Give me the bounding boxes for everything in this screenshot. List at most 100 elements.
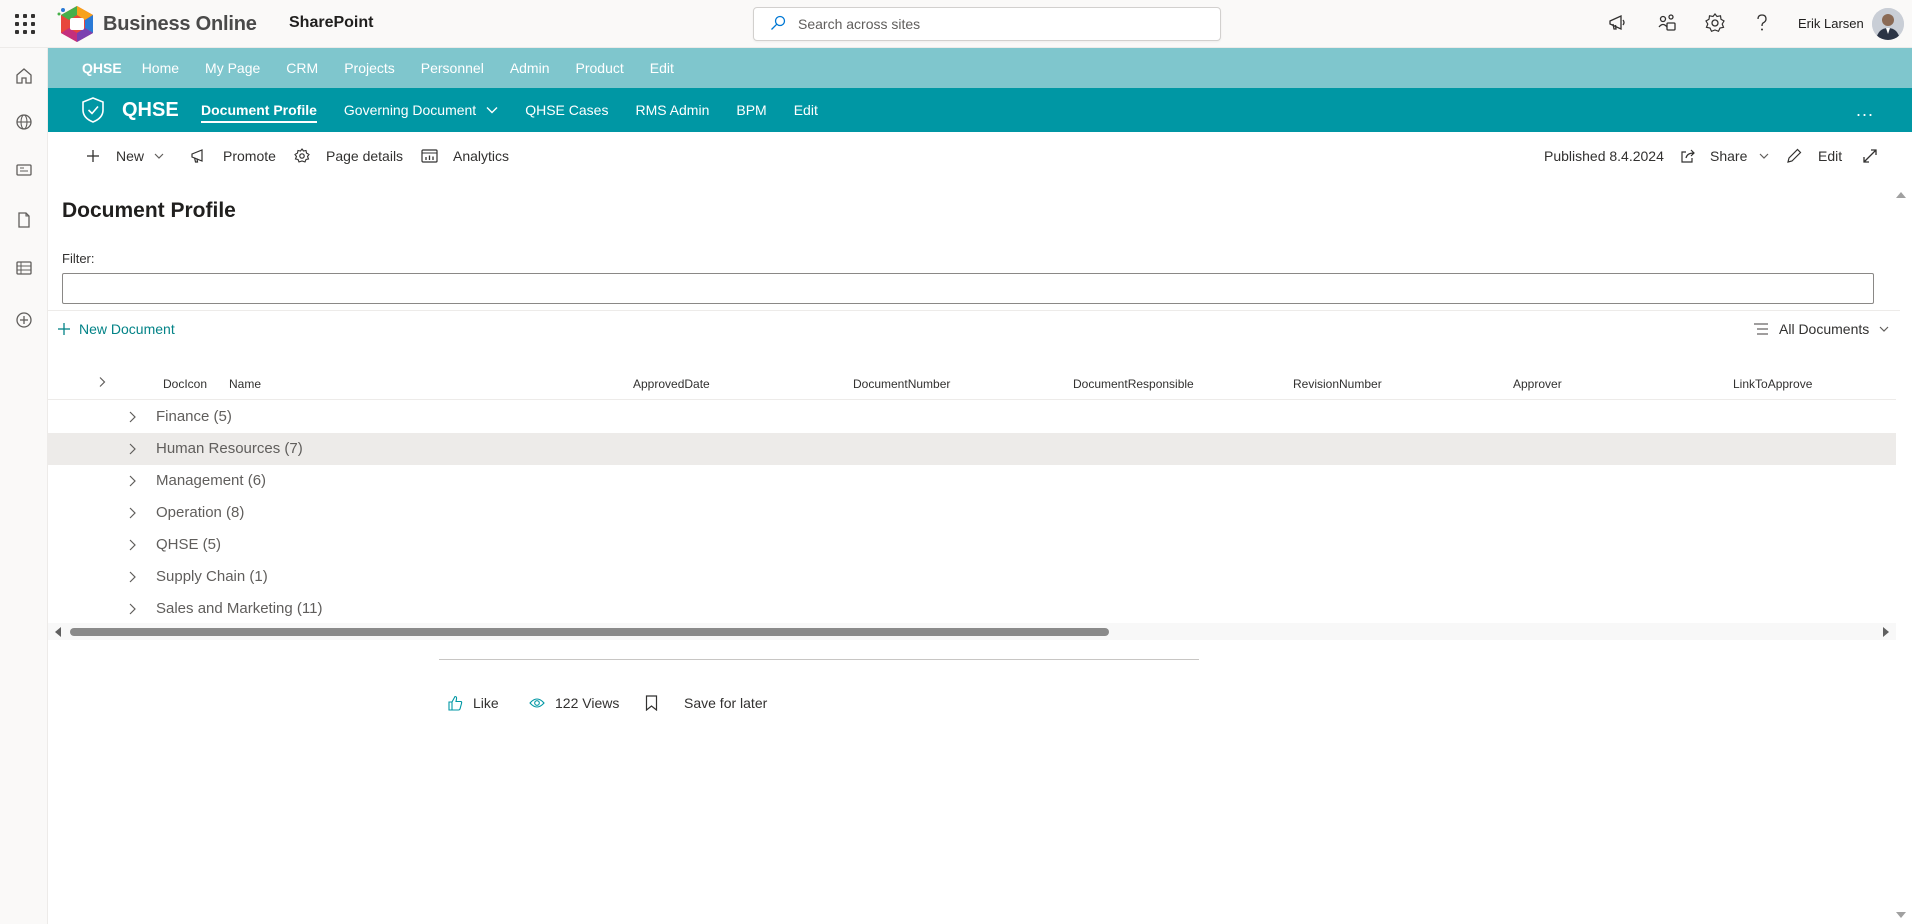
chevron-right-icon[interactable]	[124, 505, 140, 521]
chevron-down-icon	[486, 106, 498, 114]
group-label: Operation (8)	[156, 504, 245, 521]
thumbs-up-icon	[447, 695, 473, 711]
hub-nav-item-my-page[interactable]: My Page	[205, 60, 260, 76]
group-row-sales-and-marketing[interactable]: Sales and Marketing (11)	[48, 593, 1896, 625]
site-nav-qhse-cases[interactable]: QHSE Cases	[525, 88, 608, 132]
scroll-up-arrow-icon[interactable]	[1896, 186, 1906, 202]
column-header-docicon[interactable]: DocIcon	[163, 377, 207, 391]
site-title[interactable]: QHSE	[122, 99, 179, 122]
group-label: Sales and Marketing (11)	[156, 600, 323, 617]
site-nav-governing-document[interactable]: Governing Document	[344, 88, 498, 132]
plus-icon	[86, 149, 108, 163]
home-icon[interactable]	[12, 64, 36, 88]
help-icon[interactable]	[1755, 12, 1769, 36]
site-nav-document-profile[interactable]: Document Profile	[201, 88, 317, 132]
page-details-label: Page details	[326, 148, 404, 164]
expand-all-groups-icon[interactable]	[97, 376, 107, 388]
shield-check-logo-icon[interactable]	[80, 96, 106, 124]
hub-nav-item-edit[interactable]: Edit	[650, 60, 674, 76]
edit-page-button[interactable]: Edit	[1786, 132, 1842, 180]
user-avatar[interactable]	[1872, 8, 1904, 40]
group-label: Finance (5)	[156, 408, 232, 425]
column-header-documentnumber[interactable]: DocumentNumber	[853, 377, 950, 391]
scroll-right-arrow-icon[interactable]	[1882, 627, 1890, 637]
lists-icon[interactable]	[12, 256, 36, 280]
edit-label: Edit	[1818, 148, 1843, 164]
save-for-later-button[interactable]: Save for later	[645, 692, 767, 714]
promote-label: Promote	[223, 148, 276, 164]
like-button[interactable]: Like	[447, 692, 499, 714]
chevron-right-icon[interactable]	[124, 569, 140, 585]
column-header-approveddate[interactable]: ApprovedDate	[633, 377, 710, 391]
share-icon	[1680, 148, 1704, 164]
app-launcher-icon[interactable]	[12, 12, 36, 36]
chevron-down-icon	[154, 153, 172, 159]
search-box[interactable]: Search across sites	[753, 7, 1221, 41]
brand-name: Business Online	[103, 12, 257, 35]
promote-button[interactable]: Promote	[190, 132, 276, 180]
column-header-linktoapprove[interactable]: LinkToApprove	[1733, 377, 1812, 391]
connections-icon[interactable]	[1656, 12, 1678, 36]
page-title: Document Profile	[62, 199, 236, 222]
hub-nav-item-projects[interactable]: Projects	[344, 60, 395, 76]
hub-nav-item-crm[interactable]: CRM	[286, 60, 318, 76]
expand-fullscreen-button[interactable]	[1862, 132, 1886, 180]
column-header-name[interactable]: Name	[229, 377, 261, 391]
group-row-supply-chain[interactable]: Supply Chain (1)	[48, 561, 1896, 593]
views-label: 122 Views	[555, 695, 620, 711]
page-details-button[interactable]: Page details	[294, 132, 403, 180]
share-button[interactable]: Share	[1680, 132, 1777, 180]
footer-divider	[439, 659, 1199, 660]
hub-title-link[interactable]: QHSE	[82, 60, 122, 76]
user-name[interactable]: Erik Larsen	[1798, 16, 1864, 31]
chevron-right-icon[interactable]	[124, 409, 140, 425]
gear-icon	[294, 148, 318, 164]
hub-nav-item-product[interactable]: Product	[576, 60, 624, 76]
chevron-right-icon[interactable]	[124, 537, 140, 553]
column-header-revisionnumber[interactable]: RevisionNumber	[1293, 377, 1382, 391]
hub-nav-item-home[interactable]: Home	[142, 60, 179, 76]
megaphone-icon	[190, 148, 216, 164]
group-row-operation[interactable]: Operation (8)	[48, 497, 1896, 529]
group-row-management[interactable]: Management (6)	[48, 465, 1896, 497]
chevron-right-icon[interactable]	[124, 601, 140, 617]
column-header-approver[interactable]: Approver	[1513, 377, 1562, 391]
site-nav-label: BPM	[736, 102, 767, 118]
new-button[interactable]: New	[86, 132, 172, 180]
globe-icon[interactable]	[12, 110, 36, 134]
column-header-documentresponsible[interactable]: DocumentResponsible	[1073, 377, 1194, 391]
group-row-human-resources[interactable]: Human Resources (7)	[48, 433, 1896, 465]
group-row-finance[interactable]: Finance (5)	[48, 401, 1896, 433]
hub-nav-item-personnel[interactable]: Personnel	[421, 60, 484, 76]
news-icon[interactable]	[12, 158, 36, 182]
share-label: Share	[1710, 148, 1748, 164]
site-nav-rms-admin[interactable]: RMS Admin	[635, 88, 709, 132]
command-bar: New Promote Page details Analytics Publi…	[48, 132, 1912, 180]
hub-nav-item-admin[interactable]: Admin	[510, 60, 550, 76]
new-document-button[interactable]: New Document	[57, 319, 175, 339]
site-nav-edit[interactable]: Edit	[794, 88, 818, 132]
bookmark-icon	[645, 695, 668, 711]
scroll-left-arrow-icon[interactable]	[54, 627, 62, 637]
brand-logo-link[interactable]: Business Online	[55, 4, 257, 44]
scroll-down-arrow-icon[interactable]	[1896, 906, 1906, 922]
hub-navigation: QHSE Home My Page CRM Projects Personnel…	[48, 48, 1912, 88]
view-selector[interactable]: All Documents	[1753, 319, 1889, 339]
published-date: Published 8.4.2024	[1544, 148, 1664, 164]
settings-gear-icon[interactable]	[1704, 12, 1726, 36]
site-header: QHSE Document Profile Governing Document…	[48, 88, 1912, 132]
group-row-qhse[interactable]: QHSE (5)	[48, 529, 1896, 561]
chevron-right-icon[interactable]	[124, 473, 140, 489]
megaphone-icon[interactable]	[1607, 12, 1629, 36]
new-label: New	[116, 148, 145, 164]
more-options-button[interactable]: ...	[1856, 100, 1874, 121]
horizontal-scrollbar[interactable]	[48, 623, 1896, 640]
app-name[interactable]: SharePoint	[289, 14, 373, 32]
analytics-button[interactable]: Analytics	[421, 132, 509, 180]
document-icon[interactable]	[12, 208, 36, 232]
create-add-icon[interactable]	[12, 308, 36, 332]
horizontal-scrollbar-thumb[interactable]	[70, 628, 1109, 636]
chevron-right-icon[interactable]	[124, 441, 140, 457]
site-nav-bpm[interactable]: BPM	[736, 88, 766, 132]
filter-input[interactable]	[62, 273, 1874, 304]
